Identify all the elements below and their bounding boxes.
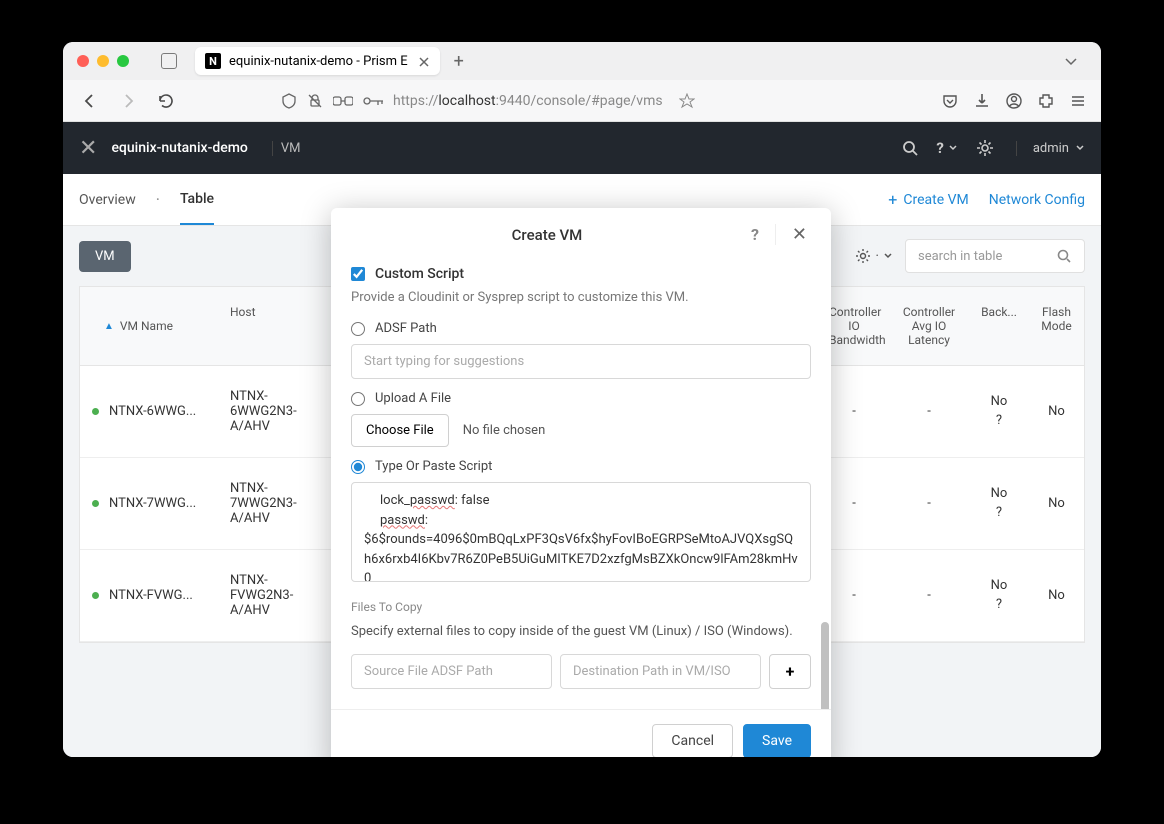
section-label[interactable]: VM xyxy=(272,141,309,156)
create-vm-link[interactable]: Create VM xyxy=(903,192,968,208)
col-vm-name[interactable]: ▲VM Name xyxy=(80,287,220,365)
download-icon[interactable] xyxy=(973,92,991,110)
url-bar[interactable]: https://localhost:9440/console/#page/vms xyxy=(271,93,705,109)
scrollbar-thumb[interactable] xyxy=(821,622,829,709)
files-to-copy-label: Files To Copy xyxy=(351,600,811,614)
titlebar: N equinix-nutanix-demo - Prism E + xyxy=(63,42,1101,80)
col-host[interactable]: Host xyxy=(220,287,320,365)
gear-icon[interactable] xyxy=(976,139,994,157)
cancel-button[interactable]: Cancel xyxy=(652,724,733,758)
vm-host: NTNX-FVWG2N3-A/AHV xyxy=(220,553,320,638)
modal-body: Custom Script Provide a Cloudinit or Sys… xyxy=(331,262,831,709)
tab-favicon: N xyxy=(205,53,221,69)
modal-title: Create VM xyxy=(351,226,743,244)
source-path-input[interactable] xyxy=(351,654,552,689)
status-dot xyxy=(92,500,99,507)
traffic-lights xyxy=(77,55,129,67)
upload-file-radio[interactable] xyxy=(351,392,365,406)
search-icon[interactable] xyxy=(902,140,918,156)
table-settings-icon[interactable]: · xyxy=(855,248,893,264)
adsf-path-input[interactable] xyxy=(351,344,811,379)
browser-window: N equinix-nutanix-demo - Prism E + https… xyxy=(63,42,1101,757)
help-icon[interactable]: ? xyxy=(936,139,957,157)
app-header: ✕ equinix-nutanix-demo VM ? admin xyxy=(63,122,1101,174)
tab-overview[interactable]: Overview xyxy=(79,176,136,224)
user-menu[interactable]: admin xyxy=(1016,141,1085,156)
reload-button[interactable] xyxy=(153,88,179,114)
vm-name: NTNX-6WWG... xyxy=(109,404,196,419)
vm-host: NTNX-7WWG2N3-A/AHV xyxy=(220,461,320,546)
save-button[interactable]: Save xyxy=(743,724,811,758)
filter-pill[interactable]: VM xyxy=(79,241,131,272)
cluster-name[interactable]: equinix-nutanix-demo xyxy=(111,140,247,156)
add-file-button[interactable]: + xyxy=(769,654,811,689)
extensions-icon[interactable] xyxy=(1037,92,1055,110)
toolbar-right xyxy=(941,92,1087,110)
back-button[interactable] xyxy=(77,88,103,114)
vm-name: NTNX-FVWG... xyxy=(109,588,193,603)
choose-file-button[interactable]: Choose File xyxy=(351,414,449,447)
url-text: https://localhost:9440/console/#page/vms xyxy=(393,93,663,109)
search-icon xyxy=(1056,248,1072,264)
type-script-label: Type Or Paste Script xyxy=(375,459,492,474)
adsf-path-radio[interactable] xyxy=(351,322,365,336)
network-config-link[interactable]: Network Config xyxy=(989,192,1085,208)
tab-title: equinix-nutanix-demo - Prism E xyxy=(229,54,408,69)
status-dot xyxy=(92,408,99,415)
logo-icon: ✕ xyxy=(79,136,93,161)
sidebar-icon[interactable] xyxy=(161,53,177,69)
window-maximize-icon[interactable] xyxy=(117,55,129,67)
dest-path-input[interactable] xyxy=(560,654,761,689)
custom-script-label: Custom Script xyxy=(375,266,464,282)
tab-table[interactable]: Table xyxy=(180,175,214,225)
browser-toolbar: https://localhost:9440/console/#page/vms xyxy=(63,80,1101,122)
bookmark-icon[interactable] xyxy=(679,93,695,109)
type-script-radio[interactable] xyxy=(351,460,365,474)
status-dot xyxy=(92,592,99,599)
url-security-icons xyxy=(281,93,385,109)
app: ✕ equinix-nutanix-demo VM ? admin Overvi… xyxy=(63,122,1101,757)
account-icon[interactable] xyxy=(1005,92,1023,110)
new-tab-button[interactable]: + xyxy=(454,51,464,72)
custom-script-desc: Provide a Cloudinit or Sysprep script to… xyxy=(351,290,811,305)
menu-icon[interactable] xyxy=(1069,92,1087,110)
vm-name: NTNX-7WWG... xyxy=(109,496,196,511)
close-icon[interactable] xyxy=(416,54,430,68)
col-latency[interactable]: Controller Avg IO Latency xyxy=(889,287,969,365)
scrollbar[interactable] xyxy=(819,262,829,709)
adsf-path-label: ADSF Path xyxy=(375,321,437,336)
window-minimize-icon[interactable] xyxy=(97,55,109,67)
modal-header: Create VM ? ✕ xyxy=(331,208,831,262)
modal-footer: Cancel Save xyxy=(331,709,831,758)
tabs-dropdown-icon[interactable] xyxy=(1055,49,1087,73)
plus-icon: + xyxy=(888,190,897,209)
custom-script-checkbox[interactable] xyxy=(351,267,365,281)
upload-file-label: Upload A File xyxy=(375,391,451,406)
script-textarea[interactable]: lock_passwd: false passwd: $6$rounds=409… xyxy=(351,482,811,582)
file-status: No file chosen xyxy=(463,423,546,438)
search-input[interactable]: search in table xyxy=(905,239,1085,273)
sort-icon: ▲ xyxy=(104,321,114,332)
pocket-icon[interactable] xyxy=(941,92,959,110)
col-flash[interactable]: Flash Mode xyxy=(1029,287,1084,365)
files-to-copy-desc: Specify external files to copy inside of… xyxy=(351,622,811,642)
forward-button[interactable] xyxy=(115,88,141,114)
browser-tab[interactable]: N equinix-nutanix-demo - Prism E xyxy=(195,47,440,75)
modal-close-icon[interactable]: ✕ xyxy=(775,224,811,245)
vm-host: NTNX-6WWG2N3-A/AHV xyxy=(220,369,320,454)
window-close-icon[interactable] xyxy=(77,55,89,67)
modal-help-icon[interactable]: ? xyxy=(743,225,767,244)
create-vm-modal: Create VM ? ✕ Custom Script Provide a Cl… xyxy=(331,208,831,757)
col-back[interactable]: Back... xyxy=(969,287,1029,365)
